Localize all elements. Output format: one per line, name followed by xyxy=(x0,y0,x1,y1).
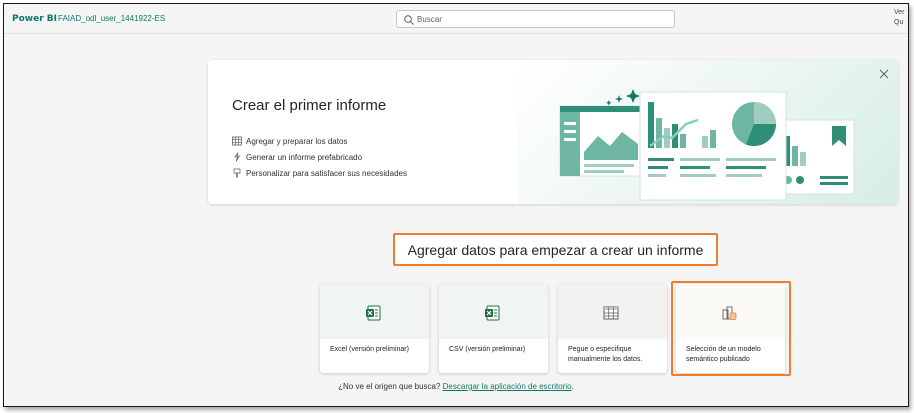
source-card-label: Excel (versión preliminar) xyxy=(330,346,409,353)
excel-icon xyxy=(366,305,381,321)
banner-feature-label: Personalizar para satisfacer sus necesid… xyxy=(246,168,407,178)
report-illustration xyxy=(559,89,855,201)
source-card-excel[interactable]: Excel (versión preliminar) xyxy=(320,284,429,373)
grid-icon xyxy=(603,306,619,320)
account-line-1: Ver xyxy=(894,9,905,16)
source-card-label: CSV (versión preliminar) xyxy=(449,346,526,353)
account-area[interactable]: Ver Qu xyxy=(894,8,908,28)
search-box[interactable] xyxy=(396,10,675,28)
app-window: Power BI FAIAD_odl_user_1441922-ES Ver Q… xyxy=(3,3,909,407)
footer-prompt: ¿No ve el origen que busca? Descargar la… xyxy=(4,382,908,391)
search-icon xyxy=(404,15,414,25)
download-desktop-link[interactable]: Descargar la aplicación de escritorio xyxy=(443,382,572,391)
source-card-paste-data[interactable]: Pegue o especifique manualmente los dato… xyxy=(558,284,667,373)
source-card-csv[interactable]: CSV (versión preliminar) xyxy=(439,284,548,373)
footer-suffix: . xyxy=(571,382,574,391)
source-card-label: Pegue o especifique manualmente los dato… xyxy=(568,346,643,363)
section-heading: Agregar datos para empezar a crear un in… xyxy=(407,242,704,258)
banner-title: Crear el primer informe xyxy=(232,97,387,114)
highlight-outline xyxy=(671,281,791,376)
create-report-banner: Crear el primer informe Agregar y prepar… xyxy=(208,60,898,204)
search-input[interactable] xyxy=(417,13,667,26)
brush-icon xyxy=(233,168,241,178)
account-line-2: Qu xyxy=(894,19,904,26)
top-bar: Power BI FAIAD_odl_user_1441922-ES Ver Q… xyxy=(4,4,908,34)
banner-feature-item: Generar un informe prefabricado xyxy=(232,149,407,165)
workspace-name[interactable]: FAIAD_odl_user_1441922-ES xyxy=(58,14,165,23)
csv-icon xyxy=(485,305,500,321)
section-heading-box: Agregar datos para empezar a crear un in… xyxy=(393,233,718,266)
sparkle-icon xyxy=(234,152,241,162)
banner-feature-label: Generar un informe prefabricado xyxy=(246,152,363,162)
close-icon[interactable] xyxy=(878,68,890,80)
banner-feature-item: Personalizar para satisfacer sus necesid… xyxy=(232,165,407,181)
banner-feature-item: Agregar y preparar los datos xyxy=(232,133,407,149)
banner-feature-list: Agregar y preparar los datos Generar un … xyxy=(232,133,407,181)
app-brand[interactable]: Power BI xyxy=(12,14,57,24)
footer-question: ¿No ve el origen que busca? xyxy=(338,382,443,391)
table-icon xyxy=(232,136,242,146)
banner-feature-label: Agregar y preparar los datos xyxy=(246,136,348,146)
